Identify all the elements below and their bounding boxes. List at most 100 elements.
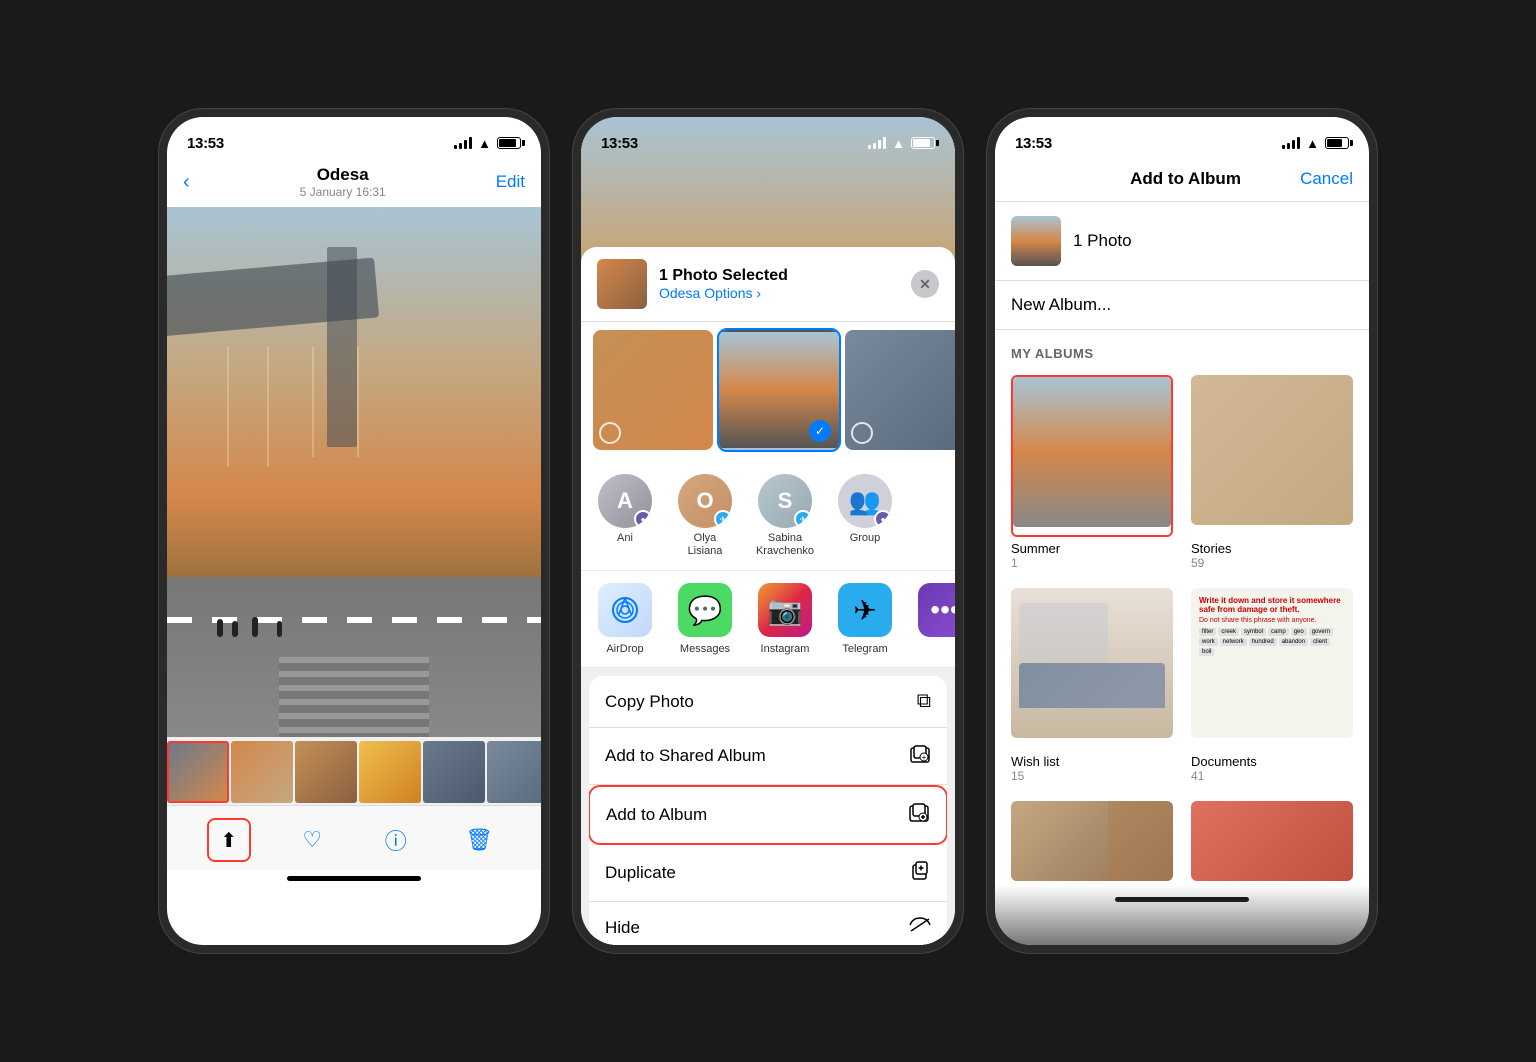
- battery-icon-2: [911, 137, 935, 149]
- copy-photo-action[interactable]: Copy Photo ⧉: [589, 676, 947, 728]
- heart-button[interactable]: ♡: [290, 818, 334, 862]
- messages-icon: 💬: [678, 583, 732, 637]
- status-time-1: 13:53: [187, 135, 224, 152]
- strip-photo-1[interactable]: [593, 330, 713, 450]
- stories-album-count: 59: [1191, 556, 1353, 570]
- main-photo[interactable]: [167, 207, 541, 737]
- album-cell-stories[interactable]: Stories 59: [1183, 367, 1361, 578]
- contact-name-olya: OlyaLisiana: [688, 532, 723, 558]
- hide-action[interactable]: Hide: [589, 902, 947, 945]
- album-name: Odesa: [300, 165, 386, 185]
- stories-album-name: Stories: [1191, 541, 1353, 556]
- messages-label: Messages: [680, 643, 730, 655]
- thumbnail-3[interactable]: [295, 741, 357, 803]
- delete-button[interactable]: 🗑: [457, 818, 501, 862]
- new-album-label: New Album...: [1011, 295, 1111, 314]
- share-thumbnail: [597, 259, 647, 309]
- contact-ani[interactable]: A ● Ani: [593, 474, 657, 558]
- more-albums-row: [995, 793, 1369, 889]
- info-button[interactable]: ⓘ: [374, 818, 418, 862]
- strip-photo-3[interactable]: [845, 330, 955, 450]
- my-albums-header: My Albums: [995, 338, 1369, 367]
- instagram-label: Instagram: [761, 643, 810, 655]
- status-icons-2: ▲: [868, 136, 935, 151]
- photo-selected-check: ✓: [809, 420, 831, 442]
- cancel-button[interactable]: Cancel: [1300, 169, 1353, 189]
- contact-sabina[interactable]: S ✈ SabinaKravchenko: [753, 474, 817, 558]
- thumbnail-5[interactable]: [423, 741, 485, 803]
- add-album-nav: Add to Album Cancel: [995, 161, 1369, 202]
- airdrop-label: AirDrop: [606, 643, 643, 655]
- contact-row: A ● Ani O ✈: [581, 462, 955, 571]
- photo-date: 5 January 16:31: [300, 185, 386, 199]
- album-cell-extra1[interactable]: [1003, 793, 1181, 889]
- contact-name-ani: Ani: [617, 532, 633, 545]
- album-thumb-wishlist: [1011, 588, 1173, 750]
- phone-1-photo-viewer: 13:53 ▲ ‹: [159, 109, 549, 953]
- share-button[interactable]: ⬆: [207, 818, 251, 862]
- status-bar-2: 13:53 ▲: [581, 117, 955, 161]
- album-cell-extra2[interactable]: [1183, 793, 1361, 889]
- duplicate-action[interactable]: Duplicate: [589, 845, 947, 902]
- thumbnail-6[interactable]: [487, 741, 541, 803]
- signal-icon-1: [454, 137, 472, 149]
- selected-photo-count: 1 Photo: [1073, 231, 1132, 251]
- strip-photo-2[interactable]: ✓: [719, 330, 839, 450]
- app-airdrop[interactable]: AirDrop: [593, 583, 657, 655]
- telegram-badge-sabina: ✈: [794, 510, 812, 528]
- add-shared-album-action[interactable]: Add to Shared Album +: [589, 728, 947, 785]
- home-indicator-1: [287, 876, 421, 881]
- contact-avatar-ani: A ●: [598, 474, 652, 528]
- signal-icon-3: [1282, 137, 1300, 149]
- share-album-link[interactable]: Odesa Options ›: [659, 285, 899, 301]
- share-sheet-panel: 1 Photo Selected Odesa Options › ✕ ✓: [581, 247, 955, 945]
- contact-group[interactable]: 👥 ● Group: [833, 474, 897, 558]
- hide-icon: [909, 916, 931, 939]
- add-shared-album-label: Add to Shared Album: [605, 746, 766, 766]
- new-album-row[interactable]: New Album...: [995, 281, 1369, 330]
- share-header: 1 Photo Selected Odesa Options › ✕: [581, 247, 955, 322]
- add-album-icon: [908, 801, 930, 829]
- phone-2-share-sheet: 13:53 ▲: [573, 109, 963, 953]
- telegram-icon: ✈: [838, 583, 892, 637]
- wifi-icon-3: ▲: [1306, 136, 1319, 151]
- album-thumb-summer: [1011, 375, 1173, 537]
- share-selection-title: 1 Photo Selected: [659, 267, 899, 285]
- edit-button[interactable]: Edit: [496, 172, 525, 192]
- contact-avatar-sabina: S ✈: [758, 474, 812, 528]
- thumbnail-strip: [167, 737, 541, 805]
- summer-album-name: Summer: [1011, 541, 1173, 556]
- documents-album-name: Documents: [1191, 754, 1353, 769]
- album-thumb-documents: Write it down and store it somewhere saf…: [1191, 588, 1353, 750]
- contact-avatar-group: 👥 ●: [838, 474, 892, 528]
- app-more[interactable]: •••: [913, 583, 955, 655]
- airdrop-icon: [598, 583, 652, 637]
- duplicate-icon: [909, 859, 931, 887]
- back-button[interactable]: ‹: [183, 171, 190, 194]
- album-grid: Summer 1 Stories 59: [995, 367, 1369, 791]
- selected-photo-thumb: [1011, 216, 1061, 266]
- app-telegram[interactable]: ✈ Telegram: [833, 583, 897, 655]
- battery-icon-3: [1325, 137, 1349, 149]
- app-instagram[interactable]: 📷 Instagram: [753, 583, 817, 655]
- album-selection-header: 1 Photo: [995, 202, 1369, 281]
- thumbnail-2[interactable]: [231, 741, 293, 803]
- thumbnail-1[interactable]: [167, 741, 229, 803]
- summer-album-count: 1: [1011, 556, 1173, 570]
- album-cell-summer[interactable]: Summer 1: [1003, 367, 1181, 578]
- app-messages[interactable]: 💬 Messages: [673, 583, 737, 655]
- album-cell-documents[interactable]: Write it down and store it somewhere saf…: [1183, 580, 1361, 791]
- phone-3-add-album: 13:53 ▲ Add to Album: [987, 109, 1377, 953]
- shared-album-icon: +: [909, 742, 931, 770]
- nav-title-1: Odesa 5 January 16:31: [300, 165, 386, 199]
- thumbnail-4[interactable]: [359, 741, 421, 803]
- status-icons-1: ▲: [454, 136, 521, 151]
- nav-bar-1: ‹ Odesa 5 January 16:31 Edit: [167, 161, 541, 207]
- add-album-action[interactable]: Add to Album: [589, 785, 947, 845]
- album-cell-wishlist[interactable]: Wish list 15: [1003, 580, 1181, 791]
- wishlist-album-name: Wish list: [1011, 754, 1173, 769]
- share-close-button[interactable]: ✕: [911, 270, 939, 298]
- status-time-3: 13:53: [1015, 135, 1052, 152]
- telegram-label: Telegram: [842, 643, 887, 655]
- contact-olya[interactable]: O ✈ OlyaLisiana: [673, 474, 737, 558]
